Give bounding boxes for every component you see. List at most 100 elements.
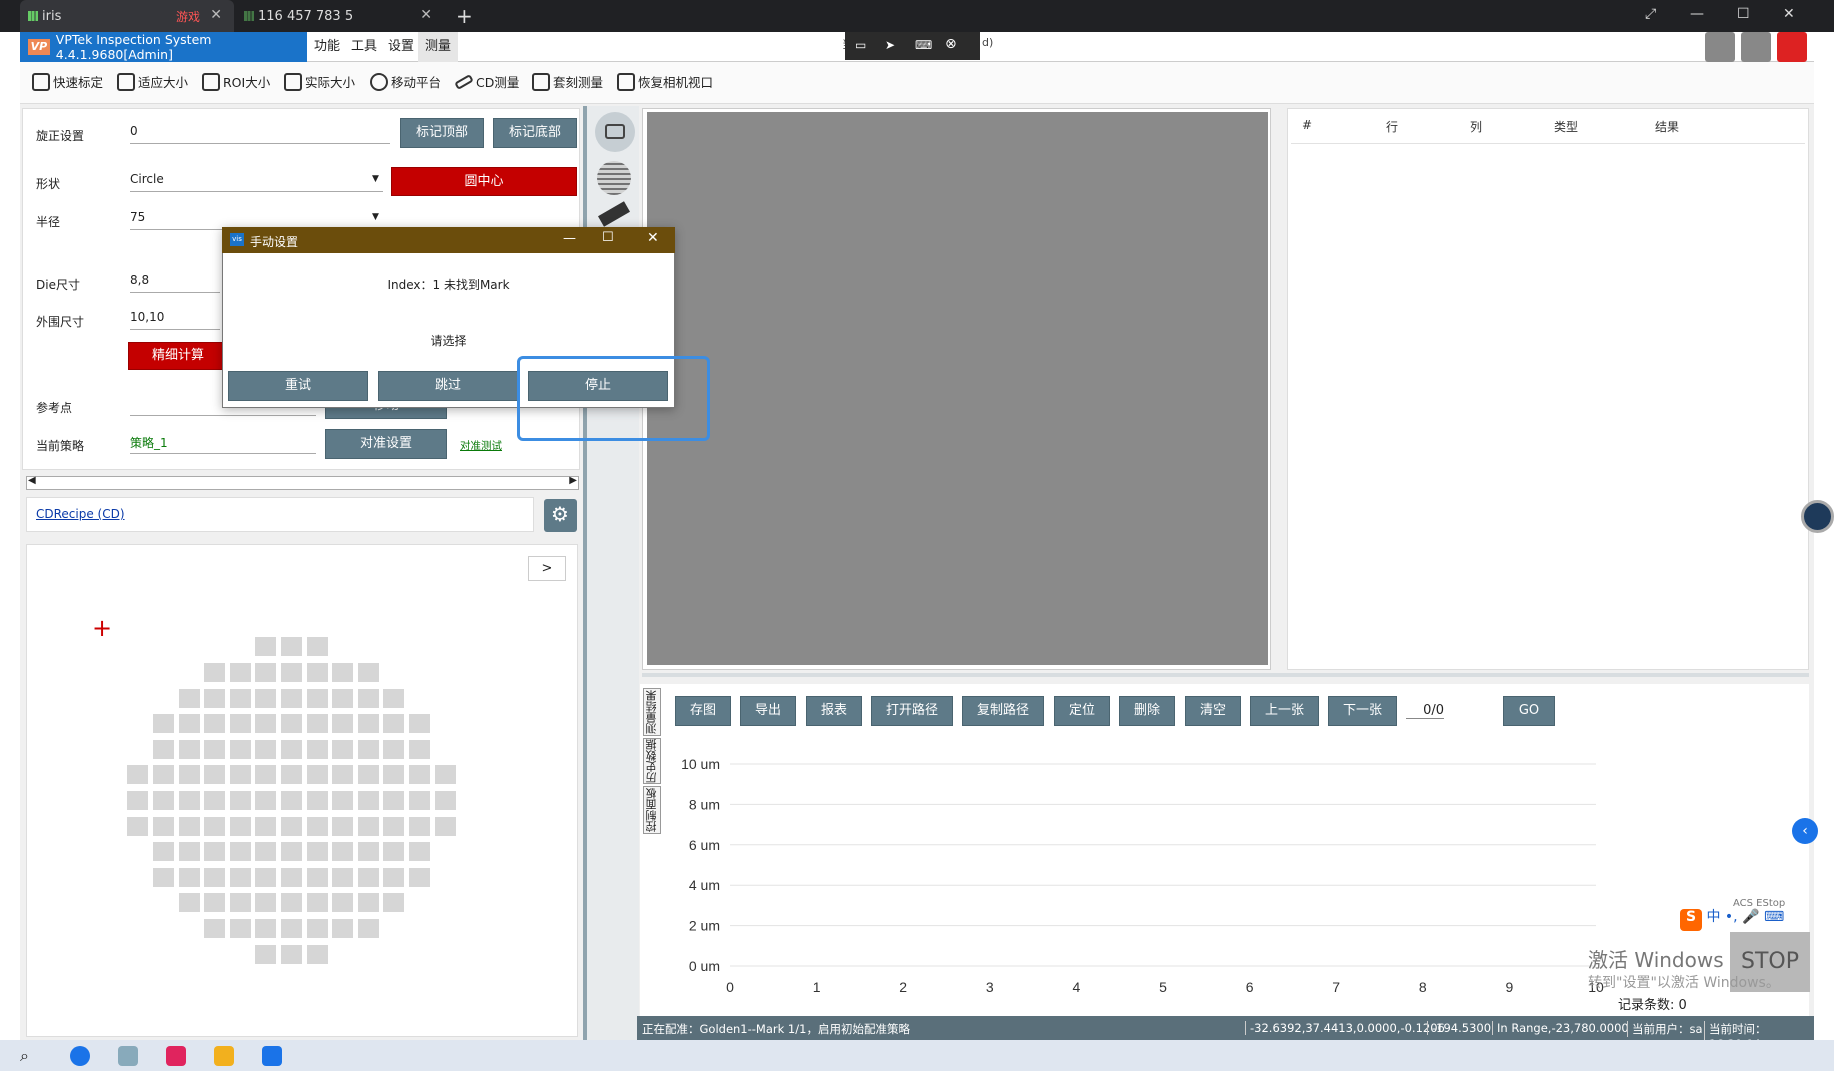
wafer-die[interactable] [357, 739, 379, 759]
wafer-die[interactable] [332, 688, 354, 708]
wafer-die[interactable] [281, 714, 302, 734]
remote-desktop-icon[interactable] [166, 1046, 186, 1066]
wafer-die[interactable] [229, 791, 251, 810]
wafer-die[interactable] [204, 663, 226, 682]
wafer-die[interactable] [332, 765, 354, 785]
wafer-die[interactable] [409, 842, 430, 862]
wafer-die[interactable] [332, 791, 354, 810]
wafer-die[interactable] [281, 739, 302, 759]
wafer-die[interactable] [306, 765, 328, 785]
wafer-die[interactable] [306, 944, 328, 964]
wafer-die[interactable] [229, 663, 251, 682]
wafer-die[interactable] [281, 637, 302, 657]
dialog-close-icon[interactable]: ✕ [647, 230, 659, 246]
wafer-die[interactable] [357, 765, 379, 785]
wafer-die[interactable] [153, 791, 174, 810]
wafer-die[interactable] [178, 739, 200, 759]
wafer-die[interactable] [204, 816, 226, 836]
wafer-die[interactable] [332, 739, 354, 759]
wafer-die[interactable] [204, 791, 226, 810]
floating-assist-icon[interactable] [1801, 500, 1834, 533]
wafer-die[interactable] [357, 688, 379, 708]
wafer-die[interactable] [357, 663, 379, 682]
wafer-die[interactable] [178, 765, 200, 785]
wafer-die[interactable] [281, 816, 302, 836]
wafer-die[interactable] [127, 765, 149, 785]
wafer-die[interactable] [255, 816, 277, 836]
wafer-die[interactable] [281, 842, 302, 862]
messenger-icon[interactable] [262, 1046, 282, 1066]
wafer-die[interactable] [229, 765, 251, 785]
wafer-die[interactable] [204, 893, 226, 913]
wafer-die[interactable] [332, 919, 354, 938]
wafer-die[interactable] [357, 842, 379, 862]
wafer-die[interactable] [357, 816, 379, 836]
wafer-die[interactable] [306, 714, 328, 734]
wafer-die[interactable] [153, 714, 174, 734]
wafer-die[interactable] [281, 893, 302, 913]
wafer-die[interactable] [383, 791, 405, 810]
wafer-die[interactable] [409, 765, 430, 785]
wafer-die[interactable] [255, 944, 277, 964]
wafer-die[interactable] [383, 714, 405, 734]
wafer-die[interactable] [357, 714, 379, 734]
wafer-die[interactable] [178, 867, 200, 887]
wafer-die[interactable] [178, 714, 200, 734]
wafer-die[interactable] [281, 867, 302, 887]
wafer-die[interactable] [383, 816, 405, 836]
wafer-die[interactable] [281, 663, 302, 682]
wafer-die[interactable] [281, 944, 302, 964]
wafer-die[interactable] [409, 791, 430, 810]
wafer-die[interactable] [153, 842, 174, 862]
wafer-die[interactable] [409, 867, 430, 887]
wafer-die[interactable] [255, 791, 277, 810]
wafer-die[interactable] [357, 919, 379, 938]
wafer-die[interactable] [332, 867, 354, 887]
wafer-die[interactable] [357, 893, 379, 913]
wafer-die[interactable] [255, 842, 277, 862]
wafer-die[interactable] [255, 688, 277, 708]
wafer-die[interactable] [434, 791, 456, 810]
wafer-die[interactable] [229, 714, 251, 734]
wafer-die[interactable] [153, 765, 174, 785]
wafer-die[interactable] [204, 688, 226, 708]
wafer-die[interactable] [178, 688, 200, 708]
wafer-die[interactable] [332, 816, 354, 836]
wafer-die[interactable] [383, 867, 405, 887]
wafer-die[interactable] [434, 765, 456, 785]
wafer-die[interactable] [229, 816, 251, 836]
wafer-die[interactable] [255, 714, 277, 734]
wafer-die[interactable] [383, 893, 405, 913]
wafer-die[interactable] [178, 791, 200, 810]
wafer-die[interactable] [255, 765, 277, 785]
wafer-die[interactable] [281, 791, 302, 810]
wafer-die[interactable] [306, 867, 328, 887]
app-icon[interactable] [118, 1046, 138, 1066]
wafer-die[interactable] [255, 637, 277, 657]
wafer-die[interactable] [204, 867, 226, 887]
wafer-die[interactable] [255, 919, 277, 938]
wafer-die[interactable] [306, 688, 328, 708]
wafer-die[interactable] [204, 919, 226, 938]
wafer-die[interactable] [332, 893, 354, 913]
wafer-die[interactable] [127, 791, 149, 810]
dialog-minimize-icon[interactable]: — [563, 231, 576, 246]
wafer-die[interactable] [204, 765, 226, 785]
wafer-die[interactable] [255, 867, 277, 887]
wafer-die[interactable] [204, 842, 226, 862]
wafer-die[interactable] [255, 739, 277, 759]
retry-button[interactable]: 重试 [228, 371, 368, 401]
wafer-die[interactable] [229, 842, 251, 862]
wafer-die[interactable] [306, 791, 328, 810]
wafer-die[interactable] [306, 842, 328, 862]
folder-icon[interactable] [214, 1046, 234, 1066]
wafer-die[interactable] [204, 739, 226, 759]
wafer-die[interactable] [229, 919, 251, 938]
wafer-die[interactable] [409, 714, 430, 734]
dialog-maximize-icon[interactable]: ☐ [602, 230, 614, 245]
wafer-die[interactable] [127, 816, 149, 836]
search-icon[interactable]: ⌕ [20, 1046, 40, 1066]
wafer-die[interactable] [229, 739, 251, 759]
wafer-die[interactable] [306, 919, 328, 938]
wafer-die[interactable] [178, 893, 200, 913]
